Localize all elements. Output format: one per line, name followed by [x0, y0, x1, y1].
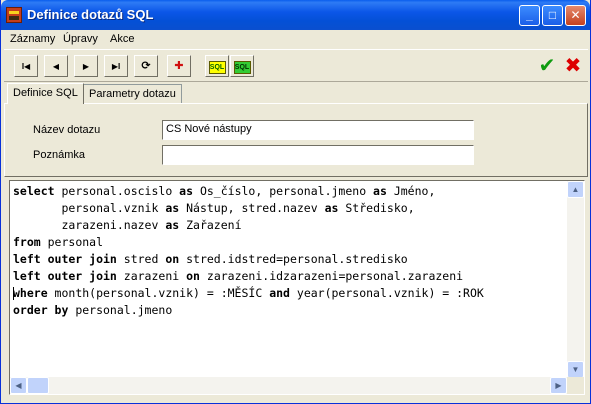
- sql-button-2[interactable]: SQL: [230, 55, 254, 77]
- tab-parametry-dotazu[interactable]: Parametry dotazu: [83, 84, 182, 103]
- code-line-1: select personal.oscislo as Os_číslo, per…: [13, 184, 436, 198]
- app-window: Definice dotazů SQL _ □ ✕ Záznamy Úpravy…: [0, 0, 591, 404]
- sql-check-icon: SQL: [233, 61, 251, 74]
- prev-record-button[interactable]: ◀: [44, 55, 68, 77]
- scroll-corner: [567, 377, 584, 394]
- sql-icon: SQL: [208, 61, 226, 74]
- horizontal-scrollbar[interactable]: ◀ ▶: [10, 377, 567, 394]
- maximize-button[interactable]: □: [542, 5, 563, 26]
- next-icon: ▶: [82, 62, 90, 71]
- code-line-7: where month(personal.vznik) = :MĚSÍC and…: [13, 286, 484, 300]
- minimize-button[interactable]: _: [519, 5, 540, 26]
- toolbar: I◀ ◀ ▶ ▶I ⟳ ✚ SQL SQL ✔ ✖: [4, 49, 588, 82]
- checkmark-icon: ✔: [538, 55, 556, 77]
- menu-upravy[interactable]: Úpravy: [63, 33, 98, 45]
- menu-bar: Záznamy Úpravy Akce: [4, 30, 588, 48]
- cancel-button[interactable]: ✖: [561, 56, 585, 78]
- note-input[interactable]: [162, 145, 474, 165]
- code-line-6: left outer join zarazeni on zarazeni.idz…: [13, 269, 464, 283]
- prev-icon: ◀: [52, 62, 60, 71]
- code-line-2: personal.vznik as Nástup, stred.nazev as…: [13, 201, 415, 215]
- sql-editor[interactable]: select personal.oscislo as Os_číslo, per…: [9, 180, 585, 395]
- code-line-8: order by personal.jmeno: [13, 303, 173, 317]
- code-line-4: from personal: [13, 235, 104, 249]
- next-record-button[interactable]: ▶: [74, 55, 98, 77]
- sql-code: select personal.oscislo as Os_číslo, per…: [13, 183, 563, 375]
- insert-icon: ✚: [174, 60, 184, 72]
- first-record-button[interactable]: I◀: [14, 55, 38, 77]
- ok-button[interactable]: ✔: [535, 56, 559, 78]
- window-title: Definice dotazů SQL: [27, 7, 154, 22]
- scroll-right-button[interactable]: ▶: [550, 377, 567, 394]
- menu-zaznamy[interactable]: Záznamy: [10, 33, 55, 45]
- scroll-down-button[interactable]: ▼: [567, 361, 584, 378]
- query-name-input[interactable]: CS Nové nástupy: [162, 120, 474, 140]
- sql-button-1[interactable]: SQL: [205, 55, 229, 77]
- code-line-3: zarazeni.nazev as Zařazení: [13, 218, 242, 232]
- refresh-button[interactable]: ⟳: [134, 55, 158, 77]
- scroll-up-button[interactable]: ▲: [567, 181, 584, 198]
- last-record-button[interactable]: ▶I: [104, 55, 128, 77]
- first-icon: I◀: [21, 62, 31, 71]
- refresh-icon: ⟳: [141, 60, 151, 72]
- close-button[interactable]: ✕: [565, 5, 586, 26]
- x-icon: ✖: [564, 55, 582, 77]
- note-label: Poznámka: [33, 149, 85, 161]
- title-bar[interactable]: Definice dotazů SQL _ □ ✕: [1, 0, 590, 30]
- scroll-left-button[interactable]: ◀: [10, 377, 27, 394]
- vertical-scrollbar[interactable]: ▲ ▼: [567, 181, 584, 378]
- last-icon: ▶I: [111, 62, 121, 71]
- tab-strip: Definice SQL Parametry dotazu: [4, 83, 588, 104]
- name-label: Název dotazu: [33, 124, 101, 136]
- menu-akce[interactable]: Akce: [110, 33, 134, 45]
- horizontal-scroll-thumb[interactable]: [27, 377, 49, 394]
- code-line-5: left outer join stred on stred.idstred=p…: [13, 252, 408, 266]
- insert-field-button[interactable]: ✚: [167, 55, 191, 77]
- app-icon: [6, 7, 22, 23]
- query-form: Název dotazu CS Nové nástupy Poznámka: [4, 103, 588, 177]
- tab-definice-sql[interactable]: Definice SQL: [7, 83, 84, 104]
